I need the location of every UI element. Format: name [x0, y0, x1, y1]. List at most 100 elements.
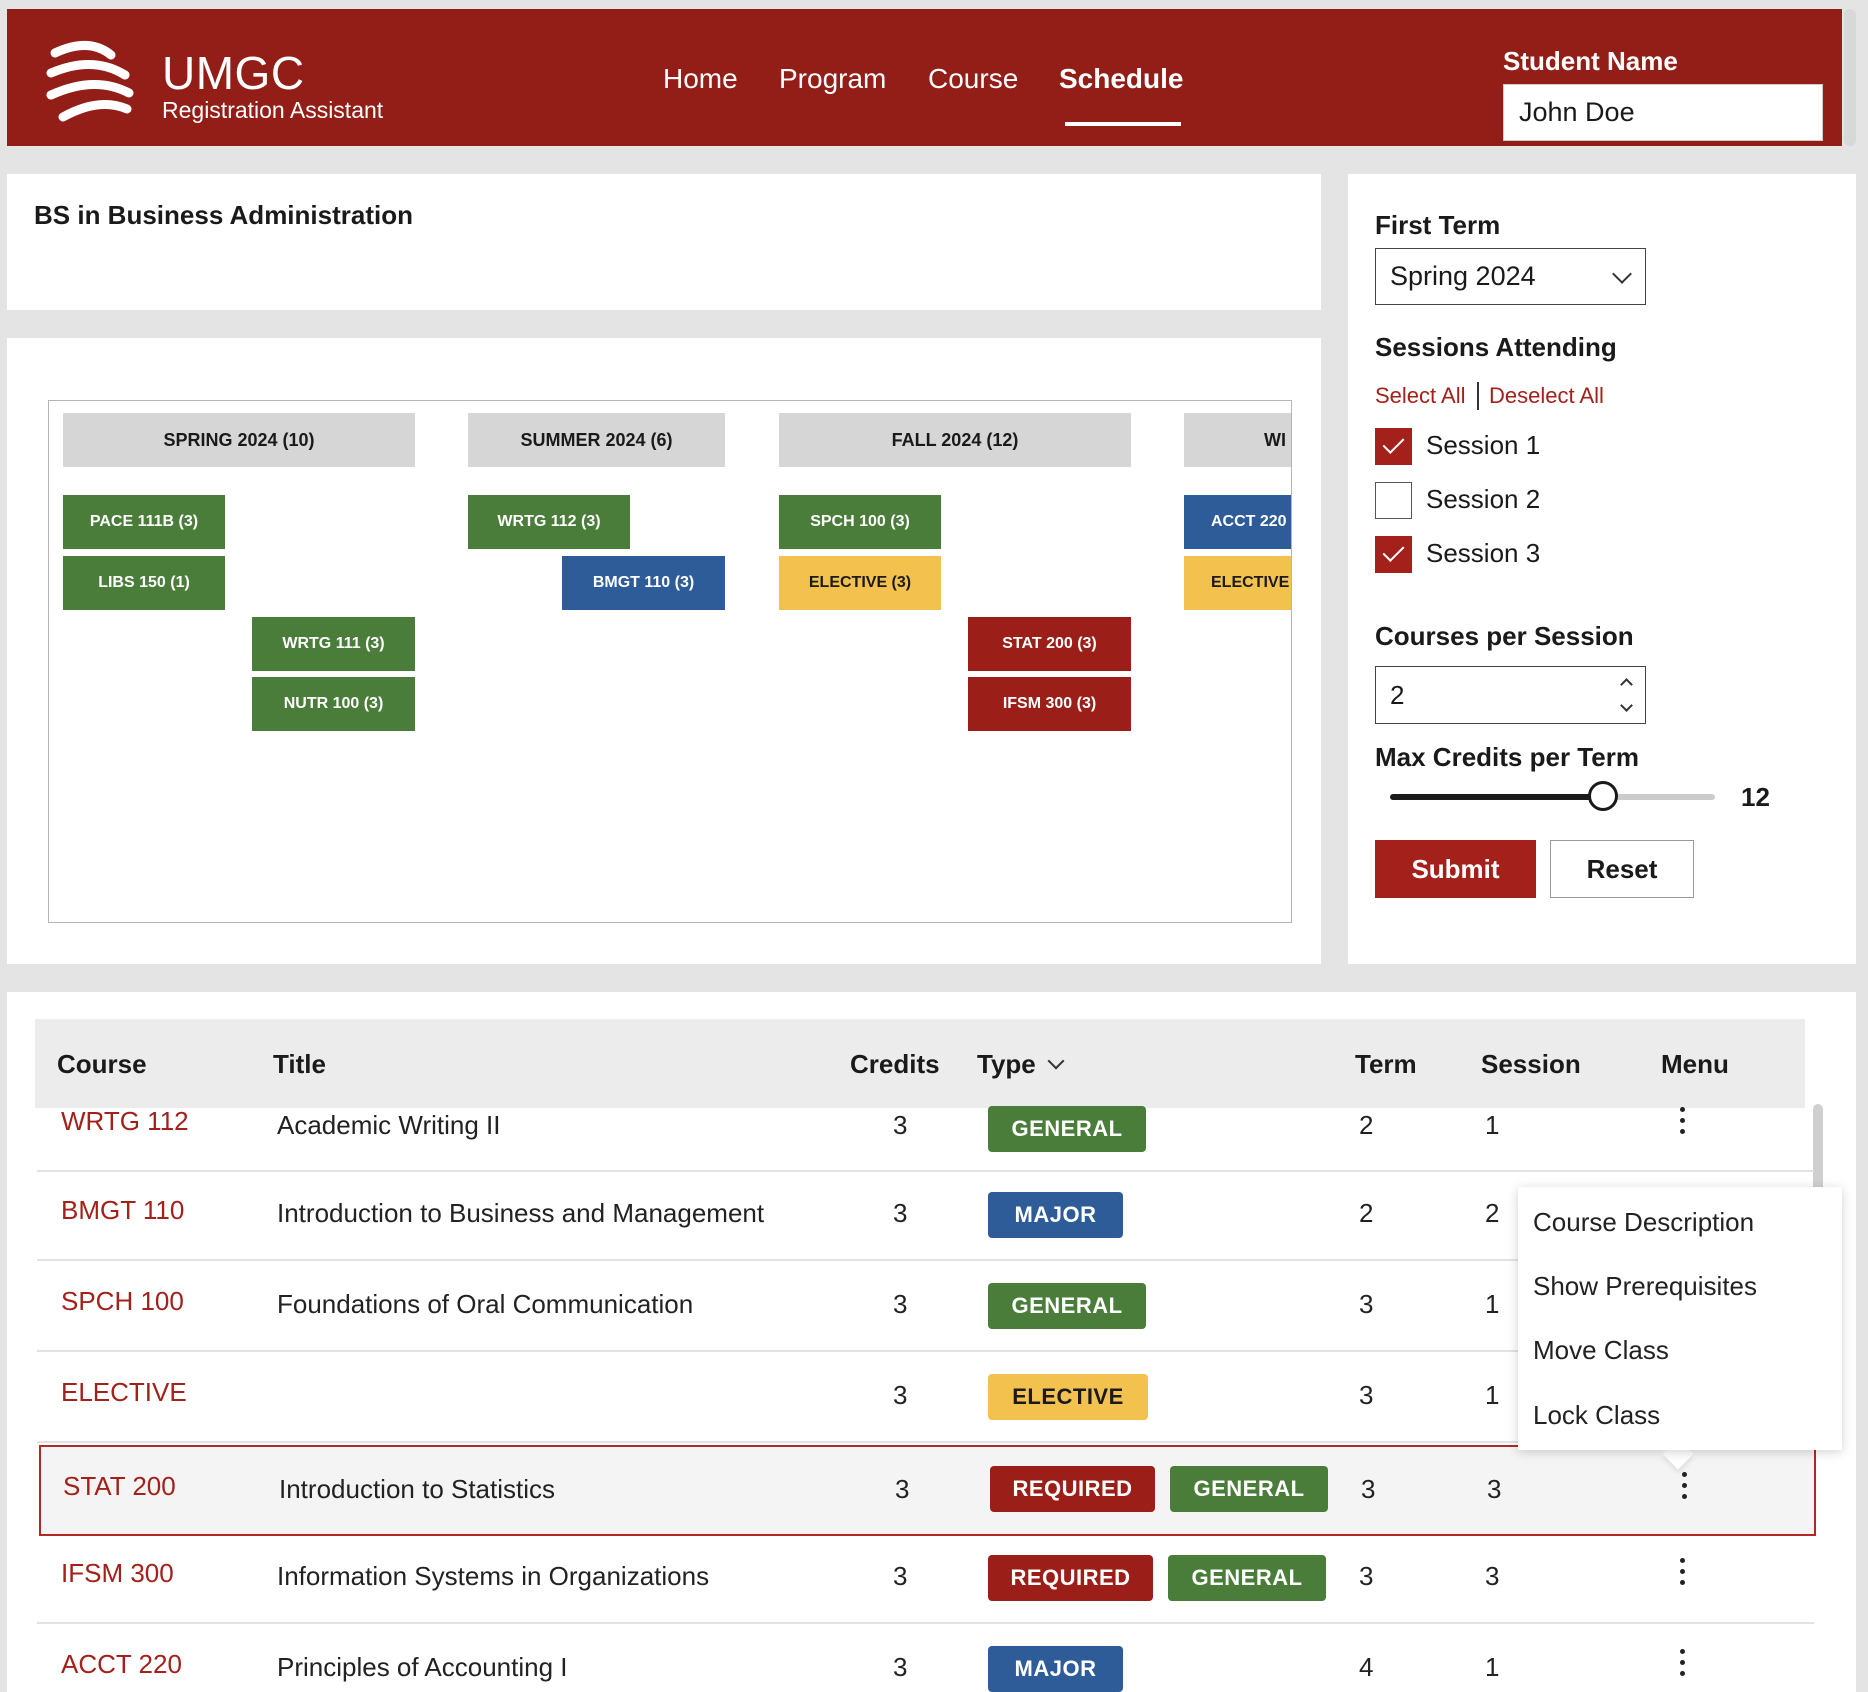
- type-badge-general: GENERAL: [1170, 1466, 1328, 1512]
- term-header-fall-2024: FALL 2024 (12): [779, 413, 1131, 467]
- type-badge-required: REQUIRED: [988, 1555, 1153, 1601]
- course-code[interactable]: IFSM 300: [61, 1558, 174, 1589]
- brand-subtitle: Registration Assistant: [162, 97, 384, 123]
- slider-handle[interactable]: [1588, 781, 1618, 811]
- course-credits: 3: [893, 1289, 908, 1319]
- course-block[interactable]: WRTG 111 (3): [252, 617, 415, 671]
- row-context-menu: Course Description Show Prerequisites Mo…: [1518, 1187, 1842, 1450]
- nav-schedule[interactable]: Schedule: [1059, 63, 1183, 95]
- type-badge-general: GENERAL: [988, 1283, 1146, 1329]
- course-block[interactable]: LIBS 150 (1): [63, 556, 225, 610]
- course-code[interactable]: ELECTIVE: [61, 1377, 187, 1408]
- row-menu-icon[interactable]: [1682, 1472, 1688, 1505]
- course-block[interactable]: WRTG 112 (3): [468, 495, 630, 549]
- table-header: Course Title Credits Type Term Session M…: [35, 1019, 1805, 1108]
- menu-show-prerequisites[interactable]: Show Prerequisites: [1533, 1271, 1757, 1302]
- session-3-checkbox[interactable]: [1375, 536, 1412, 573]
- column-course[interactable]: Course: [57, 1049, 147, 1080]
- course-block[interactable]: ACCT 220: [1184, 495, 1291, 549]
- course-block[interactable]: ELECTIVE: [1184, 556, 1291, 610]
- course-title: Academic Writing II: [277, 1110, 501, 1140]
- course-block[interactable]: STAT 200 (3): [968, 617, 1131, 671]
- course-block[interactable]: PACE 111B (3): [63, 495, 225, 549]
- row-menu-icon[interactable]: [1680, 1107, 1686, 1140]
- link-divider: [1477, 382, 1479, 410]
- menu-lock-class[interactable]: Lock Class: [1533, 1400, 1660, 1431]
- nav-course[interactable]: Course: [928, 63, 1018, 95]
- column-title[interactable]: Title: [273, 1049, 326, 1080]
- course-code[interactable]: STAT 200: [63, 1471, 176, 1502]
- course-block[interactable]: BMGT 110 (3): [562, 556, 725, 610]
- menu-course-description[interactable]: Course Description: [1533, 1207, 1754, 1238]
- course-code[interactable]: ACCT 220: [61, 1649, 182, 1680]
- table-row-selected[interactable]: STAT 200 Introduction to Statistics 3 RE…: [39, 1445, 1816, 1536]
- course-session: 1: [1485, 1289, 1500, 1319]
- sessions-attending-label: Sessions Attending: [1375, 332, 1617, 362]
- deselect-all-link[interactable]: Deselect All: [1489, 383, 1604, 409]
- course-title: Information Systems in Organizations: [277, 1561, 710, 1591]
- course-credits: 3: [893, 1380, 908, 1410]
- type-badge-general: GENERAL: [1168, 1555, 1326, 1601]
- course-code[interactable]: SPCH 100: [61, 1286, 184, 1317]
- type-badge-required: REQUIRED: [990, 1466, 1155, 1512]
- course-block[interactable]: SPCH 100 (3): [779, 495, 941, 549]
- session-3-label: Session 3: [1426, 538, 1541, 568]
- first-term-select[interactable]: Spring 2024: [1375, 248, 1646, 305]
- course-session: 2: [1485, 1198, 1500, 1228]
- table-row[interactable]: WRTG 112 Academic Writing II 3 GENERAL 2…: [37, 1106, 1814, 1172]
- course-credits: 3: [893, 1561, 908, 1591]
- course-code[interactable]: WRTG 112: [61, 1106, 189, 1137]
- brand-name: UMGC: [162, 47, 305, 99]
- course-title: Principles of Accounting I: [277, 1652, 568, 1682]
- row-menu-icon[interactable]: [1680, 1558, 1686, 1591]
- program-panel: BS in Business Administration: [7, 174, 1321, 310]
- row-menu-icon[interactable]: [1680, 1649, 1686, 1682]
- decrement-icon[interactable]: [1620, 699, 1633, 712]
- first-term-label: First Term: [1375, 210, 1501, 240]
- column-type[interactable]: Type: [977, 1049, 1065, 1080]
- term-header-winter: WI: [1184, 413, 1291, 467]
- column-credits[interactable]: Credits: [850, 1049, 940, 1080]
- session-2-label: Session 2: [1426, 484, 1541, 514]
- umgc-logo-icon: [46, 41, 134, 122]
- nav-home[interactable]: Home: [663, 63, 738, 95]
- table-row[interactable]: ACCT 220 Principles of Accounting I 3 MA…: [37, 1624, 1814, 1692]
- courses-per-session-label: Courses per Session: [1375, 621, 1634, 651]
- course-credits: 3: [893, 1110, 908, 1140]
- course-block[interactable]: IFSM 300 (3): [968, 677, 1131, 731]
- nav-program[interactable]: Program: [779, 63, 886, 95]
- course-term: 3: [1359, 1380, 1374, 1410]
- type-badge-general: GENERAL: [988, 1106, 1146, 1152]
- select-all-link[interactable]: Select All: [1375, 383, 1466, 409]
- increment-icon[interactable]: [1620, 678, 1633, 691]
- courses-per-session-value: 2: [1390, 679, 1405, 710]
- max-credits-slider[interactable]: [1390, 794, 1715, 800]
- column-menu: Menu: [1661, 1049, 1729, 1079]
- slider-fill: [1390, 794, 1608, 800]
- course-credits: 3: [895, 1474, 910, 1504]
- column-term[interactable]: Term: [1355, 1049, 1417, 1080]
- course-credits: 3: [893, 1198, 908, 1228]
- menu-move-class[interactable]: Move Class: [1533, 1335, 1669, 1366]
- student-name-input[interactable]: [1503, 84, 1823, 141]
- column-session[interactable]: Session: [1481, 1049, 1581, 1080]
- table-scrollbar[interactable]: [1813, 1104, 1823, 1194]
- course-block[interactable]: ELECTIVE (3): [779, 556, 941, 610]
- course-term: 3: [1359, 1289, 1374, 1319]
- submit-button[interactable]: Submit: [1375, 840, 1536, 898]
- course-block[interactable]: NUTR 100 (3): [252, 677, 415, 731]
- session-1-checkbox[interactable]: [1375, 428, 1412, 465]
- course-code[interactable]: BMGT 110: [61, 1195, 184, 1226]
- reset-button[interactable]: Reset: [1550, 840, 1694, 898]
- course-credits: 3: [893, 1652, 908, 1682]
- student-name-label: Student Name: [1503, 46, 1678, 76]
- table-row[interactable]: IFSM 300 Information Systems in Organiza…: [37, 1533, 1814, 1624]
- schedule-chart: SPRING 2024 (10) SUMMER 2024 (6) FALL 20…: [48, 400, 1292, 923]
- page-scrollbar[interactable]: [1844, 9, 1856, 146]
- type-badge-major: MAJOR: [988, 1192, 1123, 1238]
- course-term: 3: [1359, 1561, 1374, 1591]
- courses-per-session-input[interactable]: 2: [1375, 666, 1646, 724]
- session-2-checkbox[interactable]: [1375, 482, 1412, 519]
- type-badge-major: MAJOR: [988, 1646, 1123, 1692]
- course-session: 3: [1485, 1561, 1500, 1591]
